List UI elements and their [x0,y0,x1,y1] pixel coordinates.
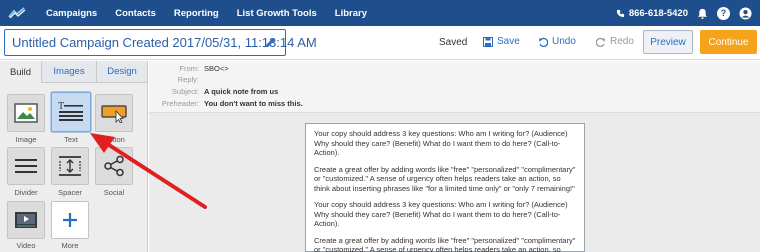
text-block-content[interactable]: Your copy should address 3 key questions… [305,123,585,252]
block-more-label: More [61,241,79,250]
email-canvas: From: SBO<> Reply: Subject: A quick note… [149,61,760,252]
text-icon: T [58,101,83,121]
image-icon [14,103,38,123]
from-value: SBO<> [204,64,229,73]
block-spacer-label: Spacer [58,188,82,197]
phone-number: 866-618-5420 [616,8,688,19]
nav-reporting[interactable]: Reporting [174,8,219,19]
phone-icon [616,9,624,17]
tab-design[interactable]: Design [97,61,148,83]
help-icon[interactable]: ? [717,6,730,20]
preheader-label: Preheader: [161,99,199,108]
block-social-label: Social [103,188,125,197]
redo-button[interactable]: Redo [596,36,634,47]
nav-campaigns[interactable]: Campaigns [46,8,97,19]
button-icon [101,105,127,123]
top-nav: Campaigns Contacts Reporting List Growth… [0,0,760,26]
save-status: Saved [439,37,468,48]
share-icon [104,155,124,177]
undo-button[interactable]: Undo [538,36,576,47]
from-label: From: [179,64,199,73]
body-paragraph-4: Create a great offer by adding words lik… [314,235,576,252]
block-image-label: Image [15,135,37,144]
phone-text: 866-618-5420 [628,7,688,19]
block-text[interactable]: T [51,92,91,132]
tab-build[interactable]: Build [0,61,42,83]
blocks-panel: Build Images Design Image T Text Button … [0,61,148,252]
logo-icon[interactable] [6,0,28,26]
email-header[interactable]: From: SBO<> Reply: Subject: A quick note… [149,61,760,113]
preheader-value: You don't want to miss this. [204,99,303,108]
continue-button[interactable]: Continue [700,30,757,54]
redo-icon [596,37,605,47]
save-button[interactable]: Save [483,36,520,47]
nav-contacts[interactable]: Contacts [115,8,156,19]
block-spacer[interactable] [51,147,89,185]
redo-label: Redo [610,36,634,47]
pencil-icon[interactable] [264,36,277,49]
block-button[interactable] [95,94,133,132]
body-paragraph-1: Your copy should address 3 key questions… [314,129,568,157]
block-video-label: Video [16,241,36,250]
body-paragraph-3: Your copy should address 3 key questions… [314,200,568,228]
preview-button[interactable]: Preview [643,30,693,54]
subject-value: A quick note from us [204,87,279,96]
subject-label: Subject: [171,87,199,96]
campaign-title-field[interactable]: Untitled Campaign Created 2017/05/31, 11… [4,29,317,56]
nav-library[interactable]: Library [335,8,367,19]
body-paragraph-2: Create a great offer by adding words lik… [314,164,576,193]
nav-list-growth-tools[interactable]: List Growth Tools [237,8,317,19]
bell-icon[interactable] [697,8,708,19]
editor-toolbar: Untitled Campaign Created 2017/05/31, 11… [0,26,760,60]
block-image[interactable] [7,94,45,132]
panel-tabs: Build Images Design [0,61,148,83]
tab-images[interactable]: Images [42,61,97,83]
block-button-label: Button [103,135,125,144]
block-divider[interactable] [7,147,45,185]
block-social[interactable] [95,147,133,185]
spacer-icon [59,156,81,176]
block-more[interactable] [51,201,89,239]
block-divider-label: Divider [14,188,38,197]
plus-icon [63,213,77,227]
divider-icon [15,159,37,173]
block-video[interactable] [7,201,45,239]
user-icon[interactable] [739,6,752,20]
reply-label: Reply: [177,75,199,84]
block-text-label: Text [64,135,78,144]
undo-label: Undo [552,36,576,47]
floppy-icon [483,36,493,47]
save-label: Save [497,36,520,47]
video-icon [15,212,37,228]
svg-text:T: T [58,101,64,112]
undo-icon [539,37,548,47]
